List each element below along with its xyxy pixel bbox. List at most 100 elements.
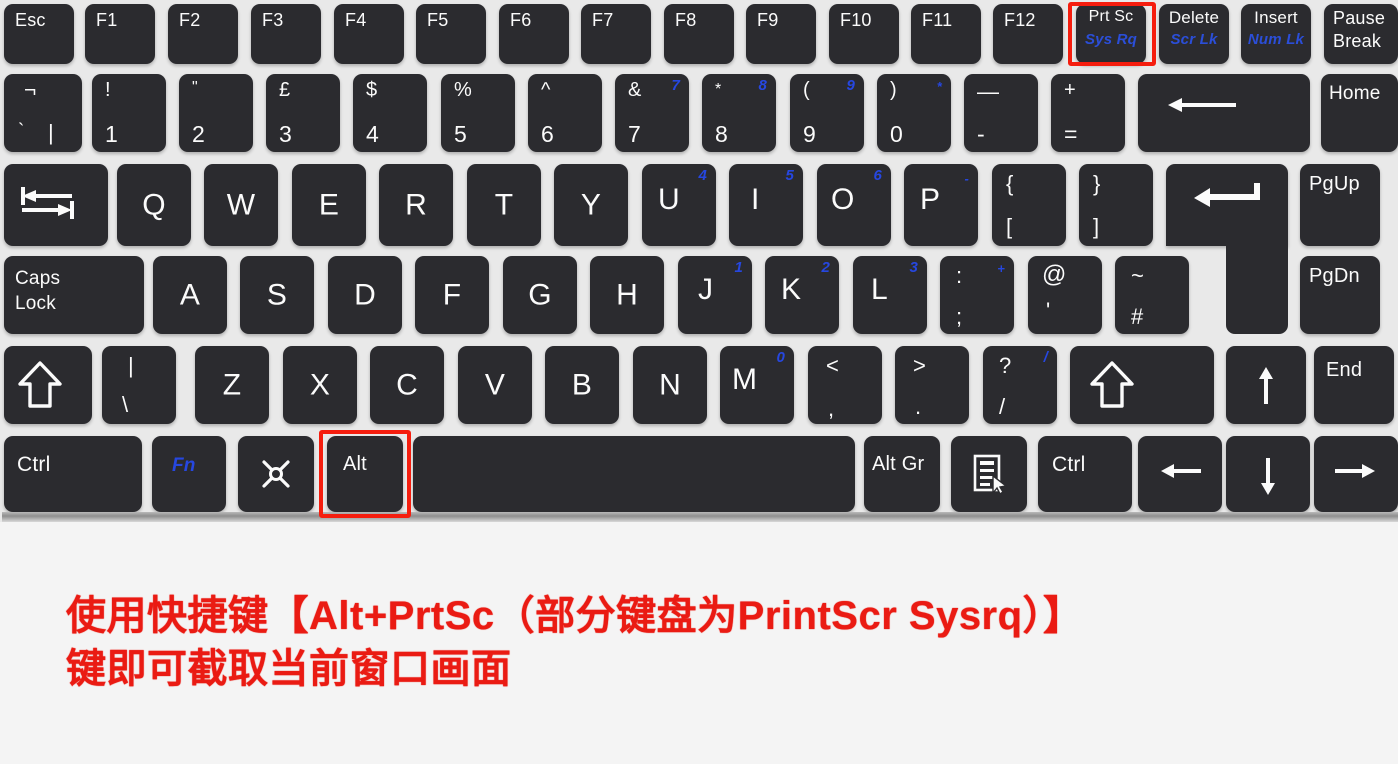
key-left-ctrl[interactable]: Ctrl: [4, 436, 142, 512]
key-l[interactable]: L 3: [853, 256, 927, 334]
key-f2[interactable]: F2: [168, 4, 238, 64]
key-6[interactable]: ^ 6: [528, 74, 602, 152]
key-right-ctrl[interactable]: Ctrl: [1038, 436, 1132, 512]
key-context-menu[interactable]: [951, 436, 1027, 512]
key-a[interactable]: A: [153, 256, 227, 334]
key-page-up[interactable]: PgUp: [1300, 164, 1380, 246]
key-enter-lower[interactable]: [1226, 232, 1288, 334]
key-label-shifted: ~: [1131, 263, 1145, 288]
key-minus[interactable]: — -: [964, 74, 1038, 152]
key-slash[interactable]: ? / /: [983, 346, 1057, 424]
key-label: D: [354, 278, 376, 312]
key-space[interactable]: [413, 436, 855, 512]
key-v[interactable]: V: [458, 346, 532, 424]
key-f1[interactable]: F1: [85, 4, 155, 64]
key-label: R: [405, 188, 427, 222]
key-j[interactable]: J 1: [678, 256, 752, 334]
key-left-shift[interactable]: [4, 346, 92, 424]
key-apostrophe[interactable]: @ ': [1028, 256, 1102, 334]
key-q[interactable]: Q: [117, 164, 191, 246]
key-4[interactable]: $ 4: [353, 74, 427, 152]
key-esc[interactable]: Esc: [4, 4, 74, 64]
key-m[interactable]: M 0: [720, 346, 794, 424]
key-1[interactable]: ! 1: [92, 74, 166, 152]
key-9[interactable]: ( 9 9: [790, 74, 864, 152]
key-caps-lock[interactable]: Caps Lock: [4, 256, 144, 334]
key-page-down[interactable]: PgDn: [1300, 256, 1380, 334]
key-z[interactable]: Z: [195, 346, 269, 424]
key-o[interactable]: O 6: [817, 164, 891, 246]
key-f11[interactable]: F11: [911, 4, 981, 64]
key-7[interactable]: & 7 7: [615, 74, 689, 152]
key-e[interactable]: E: [292, 164, 366, 246]
key-pause-break[interactable]: Pause Break: [1324, 4, 1398, 64]
key-arrow-left[interactable]: [1138, 436, 1222, 512]
key-right-shift[interactable]: [1070, 346, 1214, 424]
key-left-alt[interactable]: Alt: [327, 436, 403, 512]
key-b[interactable]: B: [545, 346, 619, 424]
key-arrow-right[interactable]: [1314, 436, 1398, 512]
key-label: H: [616, 278, 638, 312]
key-y[interactable]: Y: [554, 164, 628, 246]
key-tab[interactable]: [4, 164, 108, 246]
key-w[interactable]: W: [204, 164, 278, 246]
key-label-not: ¬: [24, 79, 37, 102]
key-f3[interactable]: F3: [251, 4, 321, 64]
key-arrow-down[interactable]: [1226, 436, 1310, 512]
key-p[interactable]: P -: [904, 164, 978, 246]
key-g[interactable]: G: [503, 256, 577, 334]
key-label: ,: [828, 395, 835, 421]
key-h[interactable]: H: [590, 256, 664, 334]
key-insert[interactable]: Insert Num Lk: [1241, 4, 1311, 64]
key-8[interactable]: * 8 8: [702, 74, 776, 152]
key-x[interactable]: X: [283, 346, 357, 424]
key-t[interactable]: T: [467, 164, 541, 246]
key-windows[interactable]: [238, 436, 314, 512]
key-c[interactable]: C: [370, 346, 444, 424]
key-f[interactable]: F: [415, 256, 489, 334]
key-label-shifted: (: [803, 79, 810, 101]
key-label-secondary: Lock: [15, 293, 56, 314]
key-label: Ctrl: [1052, 453, 1086, 476]
key-right-bracket[interactable]: } ]: [1079, 164, 1153, 246]
key-hash[interactable]: ~ #: [1115, 256, 1189, 334]
key-u[interactable]: U 4: [642, 164, 716, 246]
key-label-numpad: -: [964, 171, 969, 186]
key-f7[interactable]: F7: [581, 4, 651, 64]
key-comma[interactable]: < ,: [808, 346, 882, 424]
key-semicolon[interactable]: : ; +: [940, 256, 1014, 334]
key-print-screen[interactable]: Prt Sc Sys Rq: [1076, 4, 1146, 64]
key-r[interactable]: R: [379, 164, 453, 246]
key-f5[interactable]: F5: [416, 4, 486, 64]
key-3[interactable]: £ 3: [266, 74, 340, 152]
key-f8[interactable]: F8: [664, 4, 734, 64]
key-left-bracket[interactable]: { [: [992, 164, 1066, 246]
key-backslash[interactable]: | \: [102, 346, 176, 424]
key-k[interactable]: K 2: [765, 256, 839, 334]
key-home[interactable]: Home: [1321, 74, 1398, 152]
key-n[interactable]: N: [633, 346, 707, 424]
key-fn[interactable]: Fn: [152, 436, 226, 512]
key-label: Ctrl: [17, 453, 51, 476]
key-f12[interactable]: F12: [993, 4, 1063, 64]
key-f4[interactable]: F4: [334, 4, 404, 64]
key-equals[interactable]: + =: [1051, 74, 1125, 152]
key-label-shifted: %: [454, 79, 472, 101]
key-backspace[interactable]: [1138, 74, 1310, 152]
key-backquote[interactable]: ¬ ` |: [4, 74, 82, 152]
key-f9[interactable]: F9: [746, 4, 816, 64]
key-s[interactable]: S: [240, 256, 314, 334]
key-0[interactable]: ) 0 *: [877, 74, 951, 152]
key-arrow-up[interactable]: [1226, 346, 1306, 424]
key-2[interactable]: " 2: [179, 74, 253, 152]
caption-line-1: 使用快捷键【Alt+PrtSc（部分键盘为PrintScr Sysrq）】: [66, 594, 1084, 638]
key-period[interactable]: > .: [895, 346, 969, 424]
key-d[interactable]: D: [328, 256, 402, 334]
key-i[interactable]: I 5: [729, 164, 803, 246]
key-f6[interactable]: F6: [499, 4, 569, 64]
key-5[interactable]: % 5: [441, 74, 515, 152]
key-end[interactable]: End: [1314, 346, 1394, 424]
key-delete[interactable]: Delete Scr Lk: [1159, 4, 1229, 64]
key-f10[interactable]: F10: [829, 4, 899, 64]
key-alt-gr[interactable]: Alt Gr: [864, 436, 940, 512]
